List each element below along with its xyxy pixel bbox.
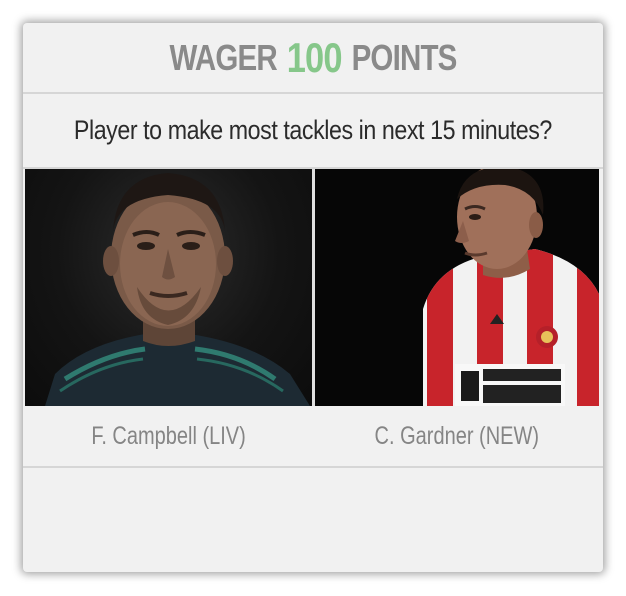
wager-prefix: WAGER bbox=[169, 36, 277, 78]
player-name-label: F. Campbell (LIV) bbox=[91, 421, 246, 450]
player-name-label: C. Gardner (NEW) bbox=[374, 421, 540, 450]
question-text: Player to make most tackles in next 15 m… bbox=[23, 94, 603, 167]
wager-suffix: POINTS bbox=[351, 36, 458, 78]
question-label: Player to make most tackles in next 15 m… bbox=[74, 115, 552, 145]
wager-amount: 100 bbox=[286, 33, 343, 81]
wager-card: WAGER 100 POINTS Player to make most tac… bbox=[23, 23, 603, 572]
wager-header: WAGER 100 POINTS bbox=[75, 23, 551, 92]
player-option-gardner-photo[interactable] bbox=[315, 169, 599, 406]
player-option-gardner-name[interactable]: C. Gardner (NEW) bbox=[315, 408, 599, 464]
player-photo-striped-shirt-icon bbox=[423, 169, 599, 406]
player-photo-dark-shirt-icon bbox=[45, 173, 310, 406]
player-option-campbell-photo[interactable] bbox=[25, 169, 312, 406]
player-option-campbell-name[interactable]: F. Campbell (LIV) bbox=[25, 408, 312, 464]
footer-area bbox=[23, 468, 603, 572]
